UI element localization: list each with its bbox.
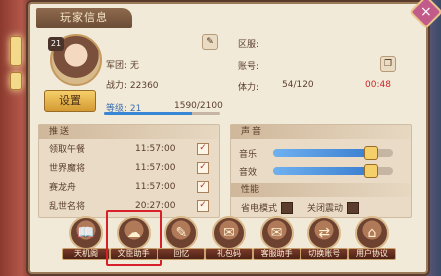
performance-options: 省电模式 关闭震动 <box>241 201 360 214</box>
panel-title: 玩家信息 <box>36 8 132 28</box>
guild-label: 军团: 无 <box>106 61 139 71</box>
button-label: 回忆 <box>157 248 206 260</box>
effect-label: 音效 <box>239 168 258 178</box>
push-item-time: 20:27:00 <box>135 200 176 211</box>
zone-label: 区服: <box>238 40 260 50</box>
minister-helper-button[interactable]: ☁ 文臣助手 <box>105 210 162 266</box>
music-slider-knob[interactable] <box>364 146 379 160</box>
exp-bar-fill <box>104 112 192 115</box>
music-slider-fill <box>273 149 372 157</box>
switch-account-icon: ⇄ <box>307 216 342 250</box>
effect-slider-fill <box>273 167 372 175</box>
music-label: 音乐 <box>239 150 258 160</box>
push-row: 赛龙舟 11:57:00 ✓ <box>39 177 219 196</box>
bottom-function-bar: 📖 天机阁 ☁ 文臣助手 ✎ 回忆 ✉ 礼包码 ✉ 客服助手 ⇄ 切换账号 ⌂ … <box>62 210 396 270</box>
performance-header: 性能 <box>231 183 411 197</box>
button-label: 礼包码 <box>204 248 253 260</box>
push-item-time: 11:57:00 <box>135 143 176 154</box>
button-label: 文臣助手 <box>109 248 158 260</box>
edit-name-icon[interactable]: ✎ <box>202 34 218 50</box>
button-label: 客服助手 <box>252 248 301 260</box>
push-checkbox[interactable]: ✓ <box>197 161 209 174</box>
vibration-label: 关闭震动 <box>307 204 344 214</box>
gift-code-icon: ✉ <box>211 216 246 250</box>
power-label: 战力: 22360 <box>106 81 159 91</box>
push-item-name: 领取午餐 <box>49 145 86 155</box>
effect-slider[interactable] <box>273 164 393 178</box>
switch-account-button[interactable]: ⇄ 切换账号 <box>300 216 349 264</box>
push-row: 世界魔将 11:57:00 ✓ <box>39 158 219 177</box>
push-checkbox[interactable]: ✓ <box>197 142 209 155</box>
settings-button[interactable]: 设置 <box>44 90 96 112</box>
push-checkbox[interactable]: ✓ <box>197 199 209 212</box>
push-row: 领取午餐 11:57:00 ✓ <box>39 139 219 158</box>
book-icon: 📖 <box>69 216 103 250</box>
avatar-level-badge: 21 <box>48 37 64 51</box>
button-label: 用户协议 <box>347 248 396 260</box>
tianji-pavilion-button[interactable]: 📖 天机阁 <box>62 216 110 264</box>
power-save-checkbox[interactable] <box>281 201 294 214</box>
copy-account-icon[interactable]: ❐ <box>380 56 396 72</box>
close-icon: × <box>420 3 432 20</box>
stamina-value: 54/120 <box>282 80 314 90</box>
button-label: 天机阁 <box>62 248 110 260</box>
effect-slider-knob[interactable] <box>364 164 379 178</box>
memory-button[interactable]: ✎ 回忆 <box>157 216 206 264</box>
account-label: 账号: <box>238 62 260 72</box>
lantern-decoration <box>10 72 22 90</box>
gift-code-button[interactable]: ✉ 礼包码 <box>204 216 253 264</box>
push-header: 推送 <box>39 125 219 139</box>
customer-service-button[interactable]: ✉ 客服助手 <box>252 216 301 264</box>
lantern-decoration <box>10 36 22 66</box>
exp-bar <box>104 112 220 115</box>
power-save-label: 省电模式 <box>241 204 278 214</box>
stamina-timer: 00:48 <box>365 80 391 90</box>
push-item-time: 11:57:00 <box>135 162 176 173</box>
push-settings-box: 推送 领取午餐 11:57:00 ✓ 世界魔将 11:57:00 ✓ 赛龙舟 1… <box>38 124 220 218</box>
service-icon: ✉ <box>259 216 294 250</box>
button-label: 切换账号 <box>300 248 349 260</box>
agreement-icon: ⌂ <box>354 216 389 250</box>
push-item-name: 世界魔将 <box>49 164 86 174</box>
sound-header: 声音 <box>231 125 411 139</box>
push-item-time: 11:57:00 <box>135 181 176 192</box>
stamina-label: 体力: <box>238 83 260 93</box>
vibration-checkbox[interactable] <box>347 201 360 214</box>
sound-settings-box: 声音 音乐 音效 性能 省电模式 关闭震动 <box>230 124 412 218</box>
music-slider[interactable] <box>273 146 393 160</box>
memory-icon: ✎ <box>164 216 199 250</box>
push-checkbox[interactable]: ✓ <box>197 180 209 193</box>
user-agreement-button[interactable]: ⌂ 用户协议 <box>347 216 396 264</box>
push-item-name: 赛龙舟 <box>49 183 77 193</box>
exp-text: 1590/2100 <box>174 101 223 111</box>
